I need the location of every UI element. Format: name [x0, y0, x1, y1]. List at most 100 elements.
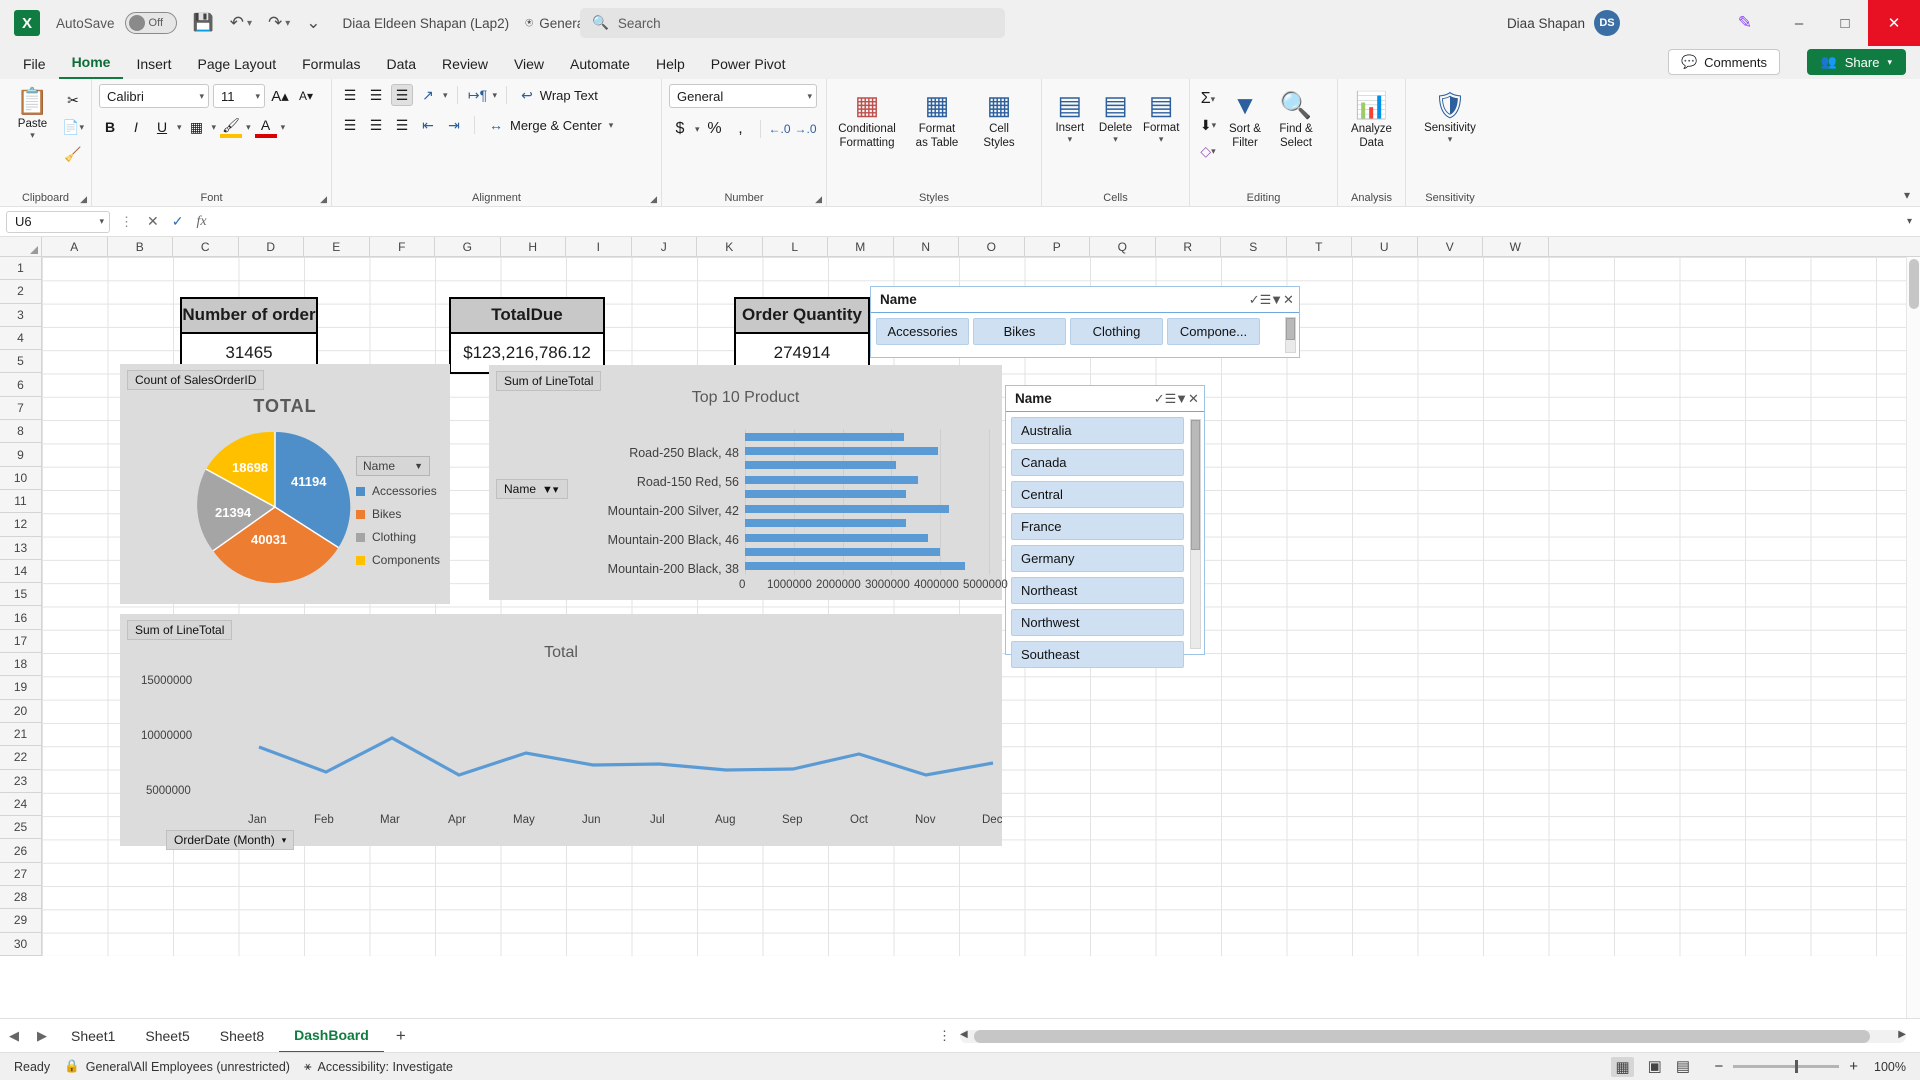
tab-review[interactable]: Review: [429, 52, 501, 79]
row-header[interactable]: 28: [0, 886, 41, 909]
previous-sheet-icon[interactable]: ◀: [0, 1028, 28, 1044]
tab-home[interactable]: Home: [59, 50, 124, 79]
column-header-C[interactable]: C: [173, 237, 239, 256]
status-accessibility[interactable]: ⚹ Accessibility: Investigate: [304, 1059, 453, 1074]
decrease-decimal-icon[interactable]: ←.0: [769, 118, 791, 140]
slicer-scrollbar[interactable]: [1285, 317, 1296, 353]
row-header[interactable]: 3: [0, 304, 41, 327]
slicer-item-clothing[interactable]: Clothing: [1070, 318, 1163, 345]
tab-file[interactable]: File: [10, 52, 59, 79]
slicer-item-components[interactable]: Compone...: [1167, 318, 1260, 345]
row-header[interactable]: 2: [0, 280, 41, 303]
column-header-I[interactable]: I: [566, 237, 632, 256]
column-header-T[interactable]: T: [1287, 237, 1353, 256]
customize-quick-access-icon[interactable]: ⌄: [306, 13, 320, 33]
column-header-B[interactable]: B: [108, 237, 174, 256]
search-input[interactable]: 🔍 Search: [580, 8, 1005, 38]
clipboard-dialog-launcher[interactable]: ◢: [80, 194, 87, 205]
font-size-select[interactable]: 11 ▾: [213, 84, 265, 108]
add-sheet-button[interactable]: +: [384, 1026, 418, 1046]
tab-view[interactable]: View: [501, 52, 557, 79]
column-header-J[interactable]: J: [632, 237, 698, 256]
column-header-O[interactable]: O: [959, 237, 1025, 256]
row-header[interactable]: 14: [0, 560, 41, 583]
expand-formula-bar-icon[interactable]: ▾: [1907, 216, 1912, 227]
row-header[interactable]: 12: [0, 513, 41, 536]
bar[interactable]: [745, 562, 965, 570]
clear-filter-icon[interactable]: ▼✕: [1271, 290, 1293, 310]
redo-caret-icon[interactable]: ▾: [285, 18, 290, 29]
sheet-tab-sheet8[interactable]: Sheet8: [205, 1019, 279, 1053]
column-header-G[interactable]: G: [435, 237, 501, 256]
row-header[interactable]: 22: [0, 746, 41, 769]
align-right-icon[interactable]: ☰: [391, 114, 413, 136]
bar[interactable]: [745, 548, 940, 556]
cells-canvas[interactable]: [42, 257, 1920, 956]
tab-help[interactable]: Help: [643, 52, 698, 79]
account-info[interactable]: Diaa Shapan DS: [1507, 10, 1620, 36]
format-cells-button[interactable]: ▤ Format ▾: [1140, 88, 1182, 166]
column-header-V[interactable]: V: [1418, 237, 1484, 256]
column-header-U[interactable]: U: [1352, 237, 1418, 256]
row-header[interactable]: 16: [0, 606, 41, 629]
column-header-F[interactable]: F: [370, 237, 436, 256]
column-header-E[interactable]: E: [304, 237, 370, 256]
close-button[interactable]: ✕: [1868, 0, 1920, 46]
align-center-icon[interactable]: ☰: [365, 114, 387, 136]
next-sheet-icon[interactable]: ▶: [28, 1028, 56, 1044]
select-all-button[interactable]: [0, 237, 42, 256]
row-header[interactable]: 7: [0, 397, 41, 420]
bold-button[interactable]: B: [99, 116, 121, 138]
direction-caret-icon[interactable]: ▾: [493, 90, 498, 101]
increase-decimal-icon[interactable]: →.0: [795, 118, 817, 140]
column-header-M[interactable]: M: [828, 237, 894, 256]
column-header-A[interactable]: A: [42, 237, 108, 256]
clear-icon[interactable]: ◇▾: [1197, 140, 1219, 162]
multi-select-icon[interactable]: ✓☰: [1154, 389, 1176, 409]
more-options-icon[interactable]: ⋮: [938, 1028, 951, 1044]
align-top-icon[interactable]: ☰: [339, 84, 361, 106]
scroll-left-icon[interactable]: ◀: [960, 1029, 968, 1040]
slicer-item-northeast[interactable]: Northeast: [1011, 577, 1184, 604]
number-format-select[interactable]: General ▾: [669, 84, 817, 108]
row-header[interactable]: 26: [0, 839, 41, 862]
fill-caret-icon[interactable]: ▾: [246, 122, 251, 133]
row-header[interactable]: 17: [0, 630, 41, 653]
slicer-item-accessories[interactable]: Accessories: [876, 318, 969, 345]
comments-button[interactable]: 💬 Comments: [1668, 49, 1780, 75]
slicer-item-southeast[interactable]: Southeast: [1011, 641, 1184, 668]
row-header[interactable]: 5: [0, 350, 41, 373]
bar[interactable]: [745, 476, 918, 484]
column-header-W[interactable]: W: [1483, 237, 1549, 256]
axis-field-button-orderdate-month[interactable]: OrderDate (Month) ▾: [166, 830, 294, 850]
horizontal-scrollbar[interactable]: ◀ ▶: [960, 1030, 1906, 1043]
tab-power-pivot[interactable]: Power Pivot: [698, 52, 799, 79]
cancel-icon[interactable]: ✕: [147, 213, 159, 230]
enter-icon[interactable]: ✓: [172, 213, 184, 230]
font-color-icon[interactable]: A: [255, 116, 277, 138]
text-orientation-icon[interactable]: ↗: [417, 84, 439, 106]
row-header[interactable]: 10: [0, 467, 41, 490]
increase-font-size-icon[interactable]: A▴: [269, 85, 291, 107]
font-color-caret-icon[interactable]: ▾: [281, 122, 286, 133]
row-header[interactable]: 6: [0, 373, 41, 396]
find-select-button[interactable]: 🔍 Find & Select: [1271, 88, 1321, 166]
tab-formulas[interactable]: Formulas: [289, 52, 373, 79]
bar[interactable]: [745, 461, 896, 469]
slicer-territory-name[interactable]: Name ✓☰ ▼✕ Australia Canada Central Fran…: [1005, 385, 1205, 655]
column-header-D[interactable]: D: [239, 237, 305, 256]
align-left-icon[interactable]: ☰: [339, 114, 361, 136]
row-header[interactable]: 19: [0, 676, 41, 699]
page-break-preview-icon[interactable]: ▤: [1676, 1057, 1690, 1077]
row-header[interactable]: 9: [0, 443, 41, 466]
borders-caret-icon[interactable]: ▾: [212, 122, 217, 133]
undo-caret-icon[interactable]: ▾: [247, 18, 252, 29]
column-header-N[interactable]: N: [894, 237, 960, 256]
vertical-scrollbar[interactable]: [1906, 257, 1920, 1018]
paste-button[interactable]: 📋 Paste ▾: [7, 84, 58, 162]
row-header[interactable]: 8: [0, 420, 41, 443]
row-header[interactable]: 21: [0, 723, 41, 746]
multi-select-icon[interactable]: ✓☰: [1249, 290, 1271, 310]
chart-line-total[interactable]: Sum of LineTotal Total 15000000 10000000…: [120, 614, 1002, 846]
share-button[interactable]: 👥 Share ▾: [1807, 49, 1906, 75]
